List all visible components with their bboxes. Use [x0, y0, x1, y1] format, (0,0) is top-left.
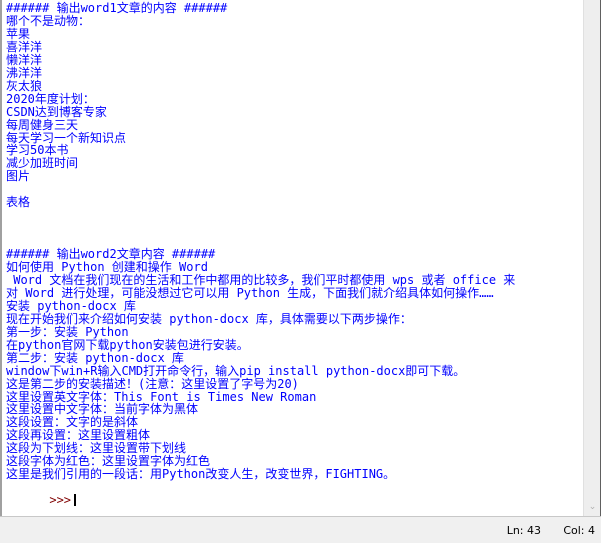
output-line: 对 Word 进行处理，可能没想过它可以用 Python 生成，下面我们就介绍具…	[6, 285, 494, 300]
output-line: 2020年度计划：	[6, 91, 95, 106]
output-line: 懒洋洋	[6, 52, 43, 67]
output-line: Word 文档在我们现在的生活和工作中都用的比较多，我们平时都使用 wps 或者…	[6, 272, 516, 287]
output-line: 表格	[6, 195, 31, 210]
status-column-number: Col: 4	[563, 524, 595, 537]
output-line: 沸洋洋	[6, 65, 43, 80]
output-line: 这是第二步的安装描述！(注意：这里设置了字号为20)	[6, 376, 299, 391]
output-line: 这里是我们引用的一段话：用Python改变人生，改变世界，FIGHTING。	[6, 467, 396, 482]
output-line: 第二步：安装 python-docx 库	[6, 350, 184, 365]
output-line: 第一步：安装 Python	[6, 324, 129, 339]
prompt: >>>	[49, 493, 72, 508]
output-line: 哪个不是动物：	[6, 13, 91, 28]
prompt-line[interactable]: >>>	[6, 481, 77, 507]
vertical-scrollbar[interactable]: ⌄	[583, 0, 601, 516]
output-line: CSDN达到博客专家	[6, 104, 107, 119]
output-line: 在python官网下载python安装包进行安装。	[6, 337, 249, 352]
scroll-down-icon[interactable]: ⌄	[584, 499, 601, 516]
output-line: window下win+R输入CMD打开命令行，输入pip install pyt…	[6, 363, 466, 378]
output-line: 喜洋洋	[6, 39, 43, 54]
output-line: 安装 python-docx 库	[6, 298, 136, 313]
output-line: 灰太狼	[6, 78, 43, 93]
output-line: 苹果	[6, 26, 31, 41]
output-line: 现在开始我们来介绍如何安装 python-docx 库，具体需要以下两步操作：	[6, 311, 412, 326]
output-line: 图片	[6, 169, 31, 184]
shell-output-area[interactable]: ###### 输出word1文章的内容 ###### 哪个不是动物： 苹果 喜洋洋 懒洋…	[2, 0, 582, 516]
status-bar: Ln: 43 Col: 4	[0, 516, 601, 543]
text-cursor	[74, 494, 77, 507]
python-shell-window: ###### 输出word1文章的内容 ###### 哪个不是动物： 苹果 喜洋洋 懒洋…	[0, 0, 601, 543]
status-line-number: Ln: 43	[506, 524, 541, 537]
output-line: 每周健身三天	[6, 117, 79, 132]
